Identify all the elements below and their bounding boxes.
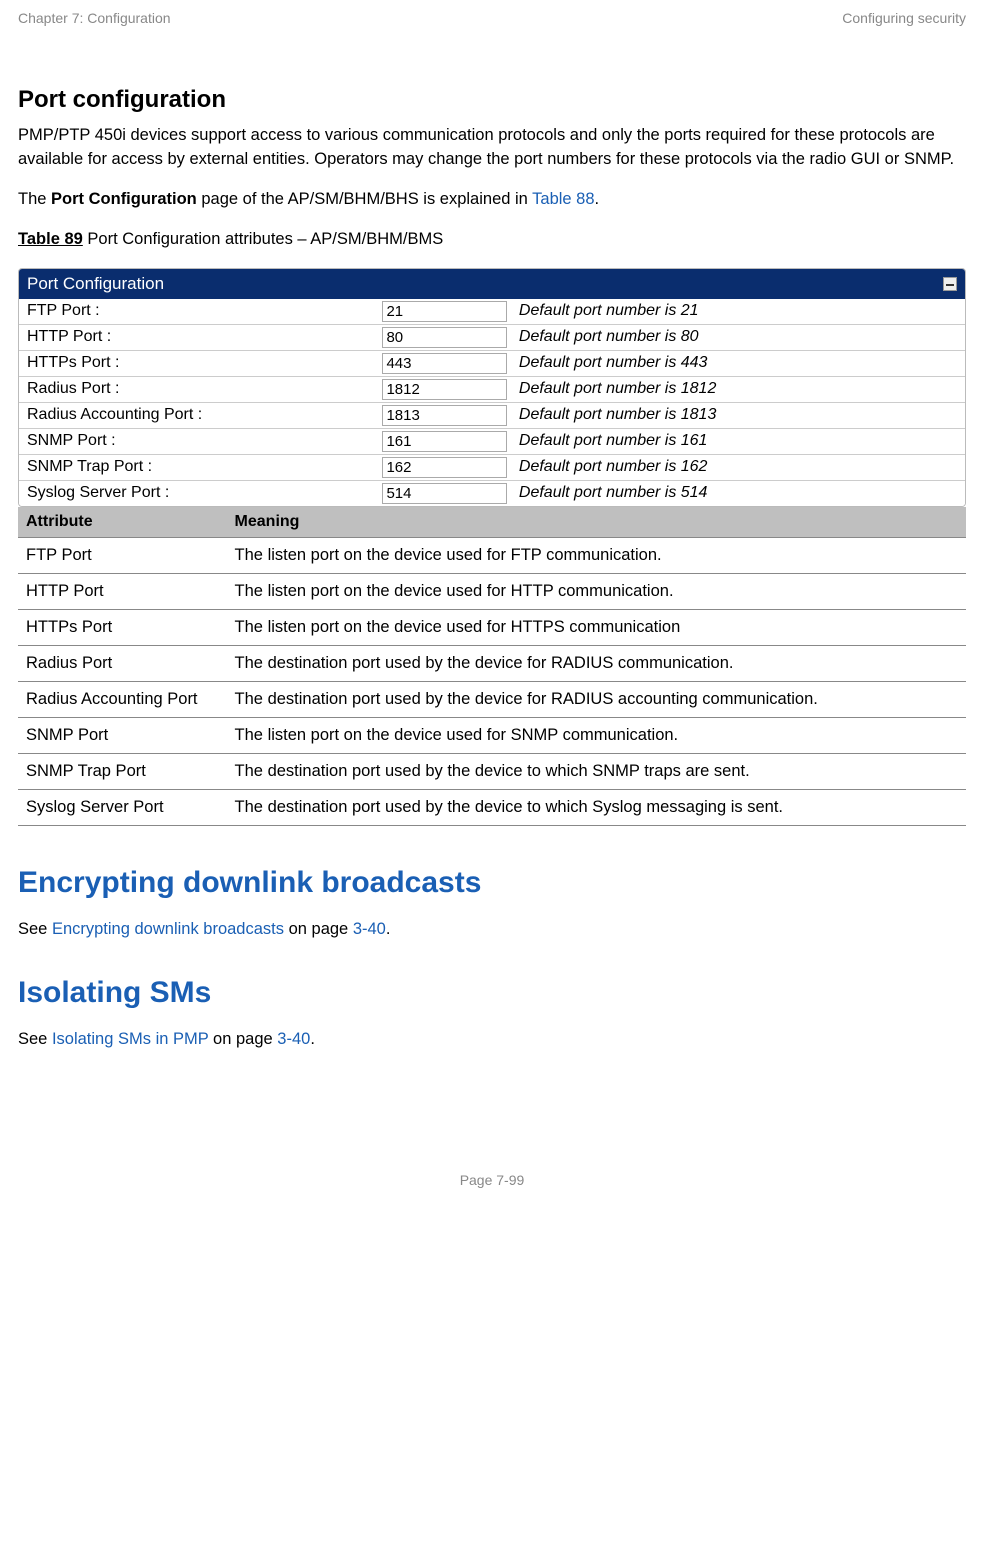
attr-name: HTTPs Port xyxy=(18,609,227,645)
link-page-3-40-a[interactable]: 3-40 xyxy=(353,920,386,938)
port-config-row: SNMP Port : Default port number is 161 xyxy=(19,428,965,454)
attr-name: Syslog Server Port xyxy=(18,789,227,825)
section-title-port-configuration: Port configuration xyxy=(18,86,966,114)
th-meaning: Meaning xyxy=(227,507,966,538)
attr-meaning: The destination port used by the device … xyxy=(227,645,966,681)
port-default-note: Default port number is 80 xyxy=(511,325,965,350)
port-input[interactable] xyxy=(382,379,506,400)
attr-meaning: The destination port used by the device … xyxy=(227,789,966,825)
port-input[interactable] xyxy=(382,483,506,504)
port-label: Radius Port : xyxy=(19,377,378,402)
table-row: SNMP Trap PortThe destination port used … xyxy=(18,753,966,789)
port-label: HTTP Port : xyxy=(19,325,378,350)
table-row: Radius Accounting PortThe destination po… xyxy=(18,681,966,717)
attr-name: SNMP Port xyxy=(18,717,227,753)
port-default-note: Default port number is 161 xyxy=(511,429,965,454)
th-attribute: Attribute xyxy=(18,507,227,538)
collapse-icon[interactable] xyxy=(943,277,957,291)
attr-meaning: The listen port on the device used for S… xyxy=(227,717,966,753)
table-row: Radius PortThe destination port used by … xyxy=(18,645,966,681)
port-label: Radius Accounting Port : xyxy=(19,403,378,428)
port-label: SNMP Port : xyxy=(19,429,378,454)
encrypting-downlink-ref: See Encrypting downlink broadcasts on pa… xyxy=(18,918,966,942)
port-default-note: Default port number is 1812 xyxy=(511,377,965,402)
section-title-isolating-sms: Isolating SMs xyxy=(18,976,966,1010)
port-input[interactable] xyxy=(382,405,506,426)
port-default-note: Default port number is 21 xyxy=(511,299,965,324)
header-right: Configuring security xyxy=(842,10,966,26)
attr-meaning: The destination port used by the device … xyxy=(227,753,966,789)
link-page-3-40-b[interactable]: 3-40 xyxy=(277,1030,310,1048)
port-input[interactable] xyxy=(382,457,506,478)
page-header: Chapter 7: Configuration Configuring sec… xyxy=(18,10,966,26)
table-row: HTTP PortThe listen port on the device u… xyxy=(18,573,966,609)
table-row: HTTPs PortThe listen port on the device … xyxy=(18,609,966,645)
port-default-note: Default port number is 162 xyxy=(511,455,965,480)
port-config-row: HTTPs Port : Default port number is 443 xyxy=(19,350,965,376)
attr-name: HTTP Port xyxy=(18,573,227,609)
attr-meaning: The listen port on the device used for H… xyxy=(227,573,966,609)
port-input[interactable] xyxy=(382,327,506,348)
port-config-intro: PMP/PTP 450i devices support access to v… xyxy=(18,124,966,172)
port-config-page-ref: The Port Configuration page of the AP/SM… xyxy=(18,188,966,212)
header-left: Chapter 7: Configuration xyxy=(18,10,171,26)
panel-title: Port Configuration xyxy=(27,274,164,294)
port-input[interactable] xyxy=(382,301,506,322)
section-title-encrypting-downlink: Encrypting downlink broadcasts xyxy=(18,866,966,900)
port-default-note: Default port number is 1813 xyxy=(511,403,965,428)
table-row: FTP PortThe listen port on the device us… xyxy=(18,537,966,573)
port-label: SNMP Trap Port : xyxy=(19,455,378,480)
attr-meaning: The listen port on the device used for F… xyxy=(227,537,966,573)
attr-meaning: The listen port on the device used for H… xyxy=(227,609,966,645)
port-config-row: SNMP Trap Port : Default port number is 1… xyxy=(19,454,965,480)
link-encrypting-downlink[interactable]: Encrypting downlink broadcasts xyxy=(52,920,284,938)
table-row: SNMP PortThe listen port on the device u… xyxy=(18,717,966,753)
attribute-table: Attribute Meaning FTP PortThe listen por… xyxy=(18,507,966,826)
attr-name: Radius Port xyxy=(18,645,227,681)
attr-meaning: The destination port used by the device … xyxy=(227,681,966,717)
attr-name: FTP Port xyxy=(18,537,227,573)
attr-name: Radius Accounting Port xyxy=(18,681,227,717)
port-config-row: Radius Accounting Port : Default port num… xyxy=(19,402,965,428)
panel-titlebar: Port Configuration xyxy=(19,269,965,299)
port-config-row: FTP Port : Default port number is 21 xyxy=(19,299,965,324)
port-label: Syslog Server Port : xyxy=(19,481,378,506)
port-default-note: Default port number is 443 xyxy=(511,351,965,376)
attr-name: SNMP Trap Port xyxy=(18,753,227,789)
port-label: HTTPs Port : xyxy=(19,351,378,376)
port-config-row: Syslog Server Port : Default port number … xyxy=(19,480,965,506)
port-input[interactable] xyxy=(382,431,506,452)
link-isolating-sms[interactable]: Isolating SMs in PMP xyxy=(52,1030,209,1048)
link-table-88[interactable]: Table 88 xyxy=(532,190,594,208)
port-config-panel: Port Configuration FTP Port : Default por… xyxy=(18,268,966,507)
port-default-note: Default port number is 514 xyxy=(511,481,965,506)
port-config-row: HTTP Port : Default port number is 80 xyxy=(19,324,965,350)
isolating-sms-ref: See Isolating SMs in PMP on page 3-40. xyxy=(18,1028,966,1052)
table-89-caption: Table 89 Port Configuration attributes –… xyxy=(18,228,966,252)
port-input[interactable] xyxy=(382,353,506,374)
port-label: FTP Port : xyxy=(19,299,378,324)
page-footer: Page 7-99 xyxy=(18,1172,966,1188)
port-config-row: Radius Port : Default port number is 1812 xyxy=(19,376,965,402)
table-row: Syslog Server PortThe destination port u… xyxy=(18,789,966,825)
